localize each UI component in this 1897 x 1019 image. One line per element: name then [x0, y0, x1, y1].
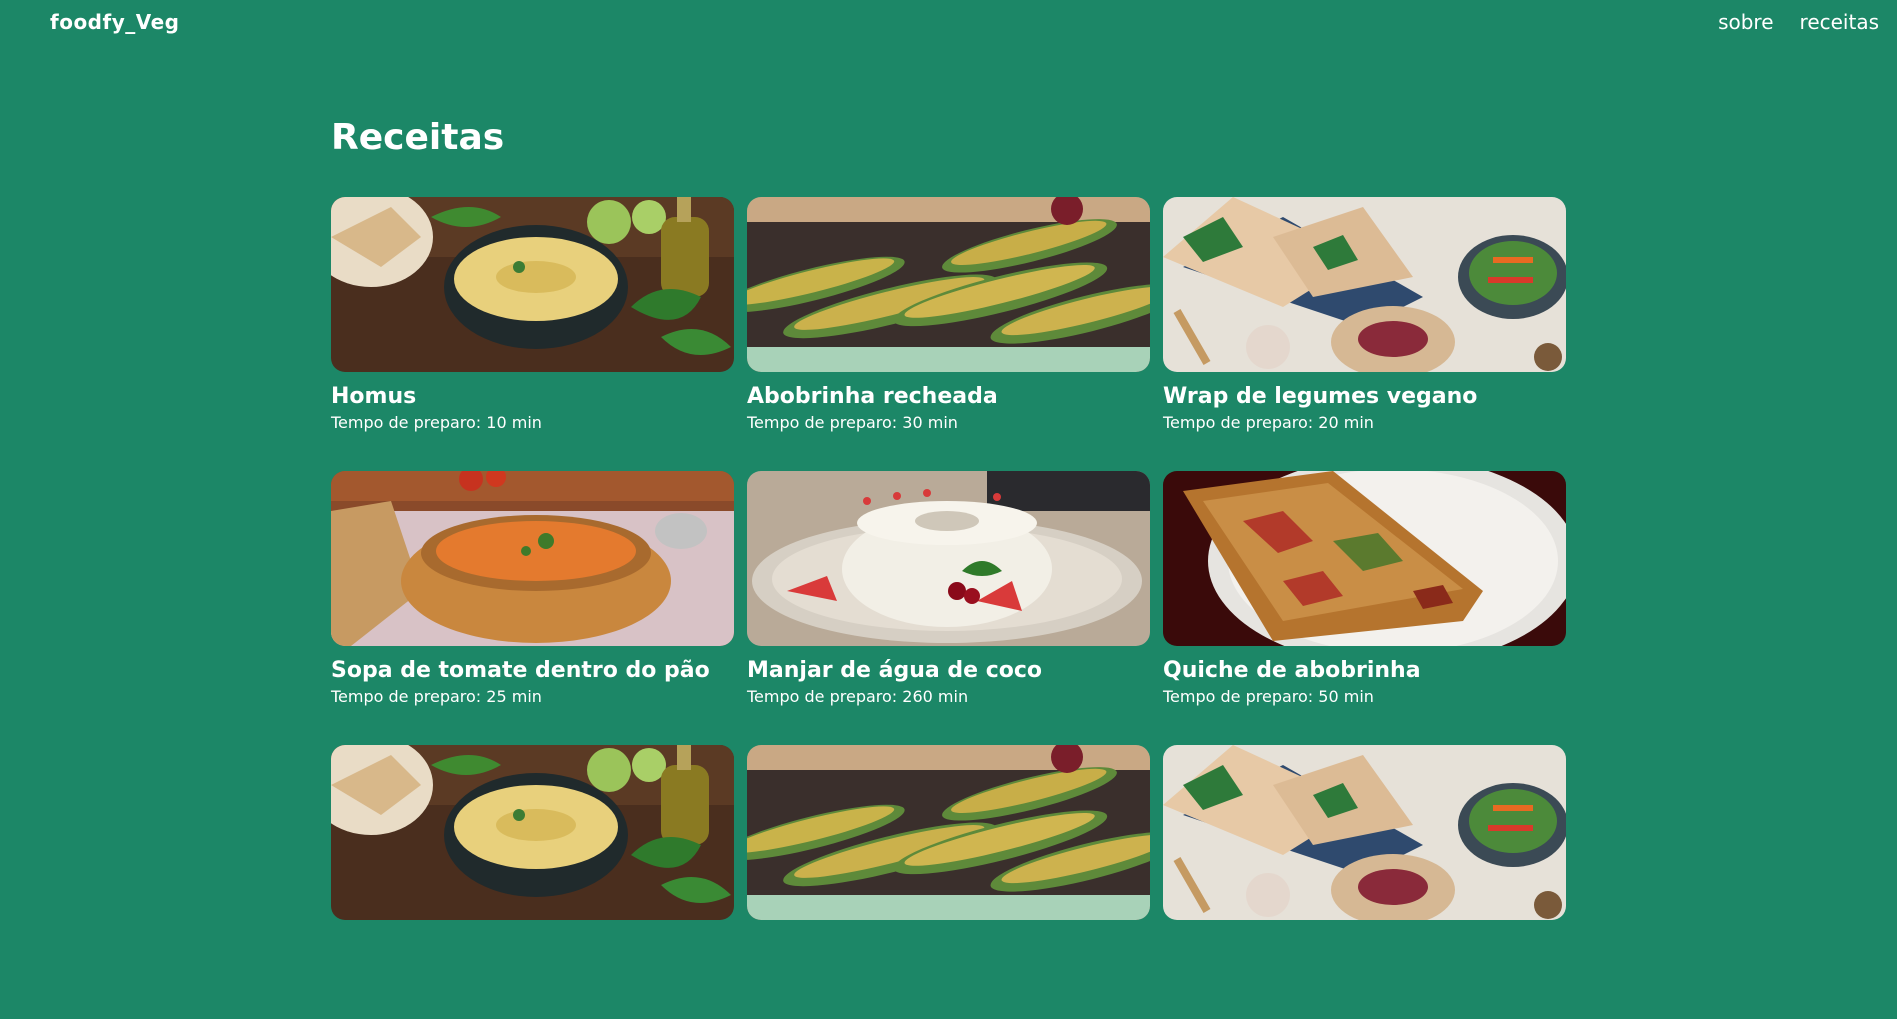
recipe-title[interactable]: Sopa de tomate dentro do pão [331, 657, 734, 685]
recipe-title[interactable]: Abobrinha recheada [747, 383, 1150, 411]
page-title: Receitas [331, 117, 505, 158]
hummus-photo[interactable] [331, 197, 734, 372]
recipe-card[interactable] [1163, 745, 1566, 1019]
hummus-photo[interactable] [331, 745, 734, 920]
recipe-card[interactable] [331, 745, 734, 1019]
recipe-title[interactable]: Manjar de água de coco [747, 657, 1150, 685]
tomato-soup-bread-bowl-photo[interactable] [331, 471, 734, 646]
recipe-card[interactable]: Wrap de legumes vegano Tempo de preparo:… [1163, 197, 1566, 471]
stuffed-zucchini-photo[interactable] [747, 745, 1150, 920]
stuffed-zucchini-photo[interactable] [747, 197, 1150, 372]
recipe-grid: Homus Tempo de preparo: 10 min Abobrinha… [331, 197, 1567, 1019]
recipe-prep-time: Tempo de preparo: 10 min [331, 413, 542, 432]
recipe-title[interactable]: Homus [331, 383, 734, 411]
recipe-card[interactable]: Quiche de abobrinha Tempo de preparo: 50… [1163, 471, 1566, 745]
recipe-prep-time: Tempo de preparo: 20 min [1163, 413, 1374, 432]
main-nav: sobre receitas [1718, 10, 1879, 34]
recipe-card[interactable] [747, 745, 1150, 1019]
recipe-prep-time: Tempo de preparo: 30 min [747, 413, 958, 432]
recipe-prep-time: Tempo de preparo: 260 min [747, 687, 969, 706]
vegan-wrap-photo[interactable] [1163, 745, 1566, 920]
top-navigation-bar: foodfy_Veg sobre receitas [0, 0, 1897, 48]
nav-link-receitas[interactable]: receitas [1800, 10, 1879, 34]
brand-logo[interactable]: foodfy_Veg [50, 10, 180, 34]
recipe-card[interactable]: Abobrinha recheada Tempo de preparo: 30 … [747, 197, 1150, 471]
recipe-card[interactable]: Sopa de tomate dentro do pão Tempo de pr… [331, 471, 734, 745]
recipe-title[interactable]: Wrap de legumes vegano [1163, 383, 1566, 411]
zucchini-quiche-photo[interactable] [1163, 471, 1566, 646]
recipe-card[interactable]: Manjar de água de coco Tempo de preparo:… [747, 471, 1150, 745]
recipe-prep-time: Tempo de preparo: 50 min [1163, 687, 1374, 706]
nav-link-sobre[interactable]: sobre [1718, 10, 1773, 34]
coconut-pudding-photo[interactable] [747, 471, 1150, 646]
recipe-prep-time: Tempo de preparo: 25 min [331, 687, 542, 706]
recipe-card[interactable]: Homus Tempo de preparo: 10 min [331, 197, 734, 471]
vegan-wrap-photo[interactable] [1163, 197, 1566, 372]
recipe-title[interactable]: Quiche de abobrinha [1163, 657, 1566, 685]
